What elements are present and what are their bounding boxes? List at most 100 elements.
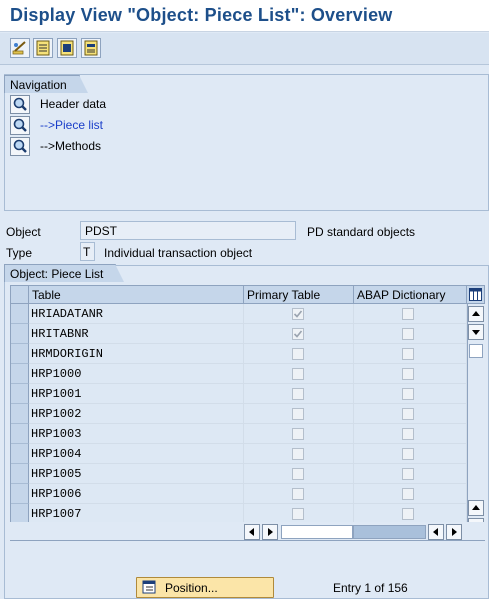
row-selector[interactable]	[11, 404, 29, 424]
table-row[interactable]: HRP1003	[11, 424, 467, 444]
row-selector[interactable]	[11, 424, 29, 444]
primary-table-checkbox[interactable]	[292, 468, 304, 480]
row-selector[interactable]	[11, 304, 29, 324]
abap-dictionary-checkbox[interactable]	[402, 428, 414, 440]
abap-dictionary-checkbox[interactable]	[402, 348, 414, 360]
row-selector[interactable]	[11, 444, 29, 464]
cell-table-name: HRP1004	[29, 444, 244, 464]
table-settings-icon	[469, 288, 482, 301]
cell-primary-table	[244, 304, 354, 324]
entry-counter: Entry 1 of 156	[333, 581, 408, 595]
table-row[interactable]: HRMDORIGIN	[11, 344, 467, 364]
object-field[interactable]: PDST	[80, 221, 296, 240]
table-row[interactable]: HRITABNR	[11, 324, 467, 344]
h-scroll-track[interactable]	[353, 525, 426, 539]
abap-dictionary-checkbox[interactable]	[402, 468, 414, 480]
title-bar: Display View "Object: Piece List": Overv…	[0, 0, 489, 32]
cell-primary-table	[244, 504, 354, 524]
table-row[interactable]: HRP1002	[11, 404, 467, 424]
primary-table-checkbox[interactable]	[292, 308, 304, 320]
abap-dictionary-checkbox[interactable]	[402, 448, 414, 460]
abap-dictionary-checkbox[interactable]	[402, 368, 414, 380]
cell-table-name: HRP1007	[29, 504, 244, 524]
row-selector[interactable]	[11, 484, 29, 504]
primary-table-checkbox[interactable]	[292, 508, 304, 520]
magnifier-icon[interactable]	[10, 95, 30, 114]
row-selector[interactable]	[11, 344, 29, 364]
scroll-far-right-button[interactable]	[446, 524, 462, 540]
row-selector[interactable]	[11, 504, 29, 524]
table-row[interactable]: HRP1007	[11, 504, 467, 524]
select-block-icon	[84, 40, 98, 56]
details-button[interactable]	[33, 38, 53, 58]
cell-primary-table	[244, 404, 354, 424]
h-scroll-thumb[interactable]	[281, 525, 353, 539]
row-selector[interactable]	[11, 364, 29, 384]
primary-table-checkbox[interactable]	[292, 448, 304, 460]
nav-item-label[interactable]: -->Methods	[40, 139, 101, 153]
arrow-left-icon	[249, 528, 254, 536]
scroll-right-button[interactable]	[262, 524, 278, 540]
arrow-up-icon	[472, 505, 480, 510]
magnifier-icon[interactable]	[10, 116, 30, 135]
column-header-abap-dictionary[interactable]: ABAP Dictionary	[354, 286, 467, 304]
cell-abap-dictionary	[354, 404, 467, 424]
row-selector[interactable]	[11, 464, 29, 484]
arrow-up-icon	[472, 311, 480, 316]
abap-dictionary-checkbox[interactable]	[402, 488, 414, 500]
primary-table-checkbox[interactable]	[292, 388, 304, 400]
position-button[interactable]: Position...	[136, 577, 274, 598]
primary-table-checkbox[interactable]	[292, 328, 304, 340]
abap-dictionary-checkbox[interactable]	[402, 328, 414, 340]
magnifier-icon[interactable]	[10, 137, 30, 156]
cell-abap-dictionary	[354, 424, 467, 444]
table-row[interactable]: HRP1005	[11, 464, 467, 484]
primary-table-checkbox[interactable]	[292, 488, 304, 500]
nav-item-label[interactable]: -->Piece list	[40, 118, 103, 132]
details-icon	[36, 40, 50, 56]
abap-dictionary-checkbox[interactable]	[402, 408, 414, 420]
cell-table-name: HRP1002	[29, 404, 244, 424]
primary-table-checkbox[interactable]	[292, 348, 304, 360]
navigation-tab-label: Navigation	[4, 75, 88, 93]
scroll-far-left-button[interactable]	[428, 524, 444, 540]
table-row[interactable]: HRP1004	[11, 444, 467, 464]
cell-primary-table	[244, 484, 354, 504]
scroll-page-down-button[interactable]	[468, 324, 484, 340]
cell-primary-table	[244, 344, 354, 364]
select-all-rows-header[interactable]	[11, 286, 29, 304]
abap-dictionary-checkbox[interactable]	[402, 508, 414, 520]
cell-table-name: HRIADATANR	[29, 304, 244, 324]
piece-list-table: Table Primary Table ABAP Dictionary HRIA…	[10, 285, 485, 541]
primary-table-checkbox[interactable]	[292, 368, 304, 380]
scroll-up-button[interactable]	[468, 306, 484, 322]
display-change-button[interactable]	[10, 38, 30, 58]
column-header-primary-table[interactable]: Primary Table	[244, 286, 354, 304]
select-all-button[interactable]	[57, 38, 77, 58]
row-selector[interactable]	[11, 384, 29, 404]
horizontal-scrollbar[interactable]	[10, 522, 485, 540]
scroll-page-up-button[interactable]	[468, 500, 484, 516]
column-header-table[interactable]: Table	[29, 286, 244, 304]
table-row[interactable]: HRP1000	[11, 364, 467, 384]
arrow-right-icon	[452, 528, 457, 536]
vertical-scrollbar[interactable]	[467, 304, 485, 540]
table-settings-button[interactable]	[467, 286, 485, 304]
table-row[interactable]: HRP1001	[11, 384, 467, 404]
nav-item-label[interactable]: Header data	[40, 97, 106, 111]
primary-table-checkbox[interactable]	[292, 408, 304, 420]
arrow-down-icon	[472, 330, 480, 335]
type-field[interactable]: T	[80, 242, 95, 261]
type-label: Type	[6, 246, 33, 260]
table-row[interactable]: HRIADATANR	[11, 304, 467, 324]
row-selector[interactable]	[11, 324, 29, 344]
primary-table-checkbox[interactable]	[292, 428, 304, 440]
table-row[interactable]: HRP1006	[11, 484, 467, 504]
abap-dictionary-checkbox[interactable]	[402, 308, 414, 320]
scroll-left-button[interactable]	[244, 524, 260, 540]
select-block-button[interactable]	[81, 38, 101, 58]
abap-dictionary-checkbox[interactable]	[402, 388, 414, 400]
scroll-thumb[interactable]	[469, 344, 483, 358]
cell-abap-dictionary	[354, 304, 467, 324]
cell-table-name: HRITABNR	[29, 324, 244, 344]
